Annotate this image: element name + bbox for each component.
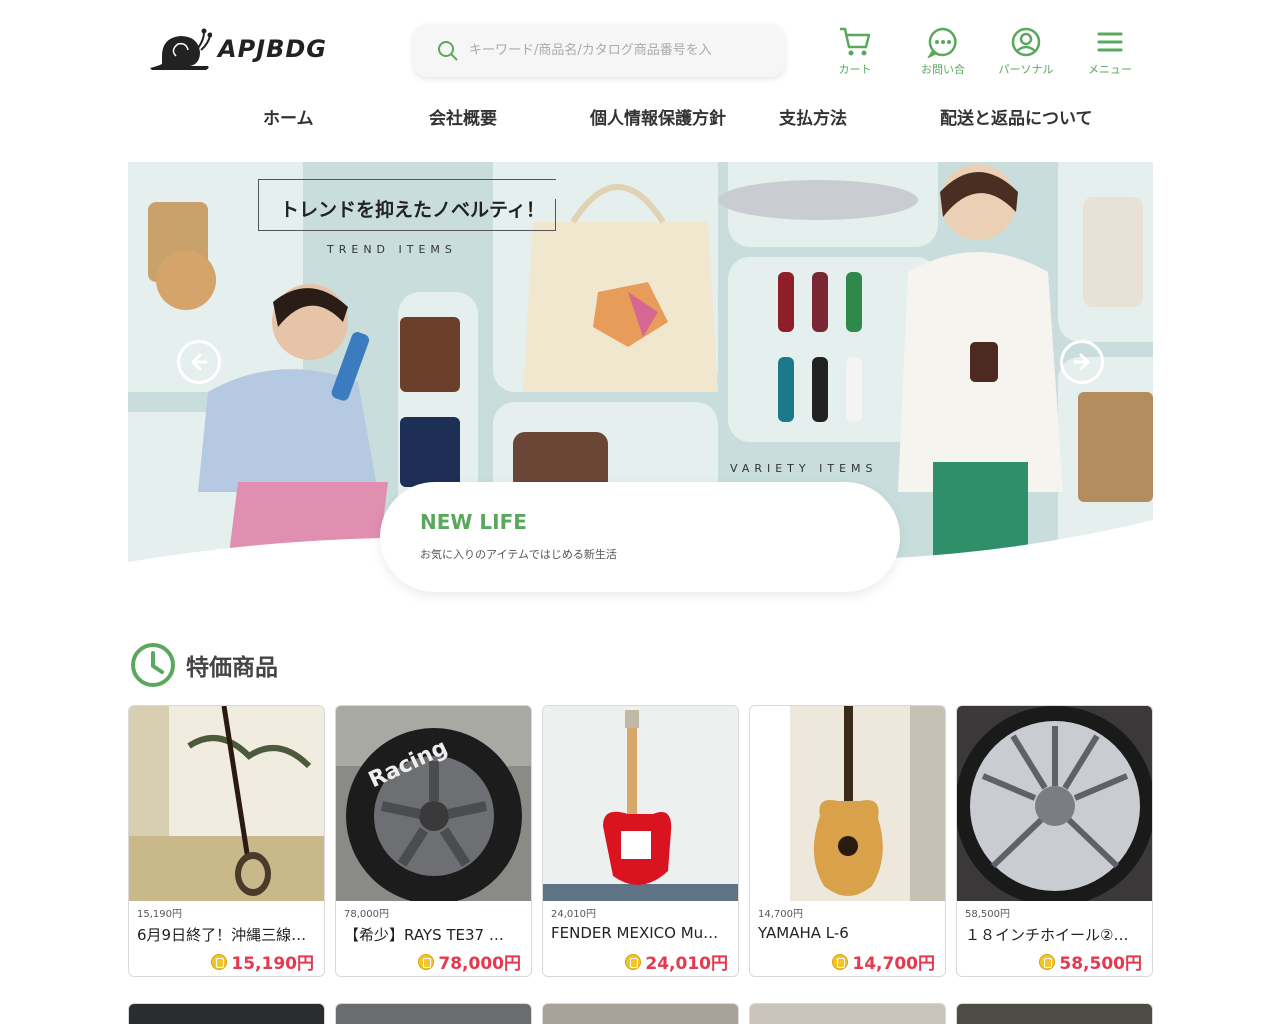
product-image: Racing [336, 706, 531, 901]
nav-shipping[interactable]: 配送と返品について [940, 104, 1093, 129]
cart-label: カート [838, 63, 872, 76]
arrow-right-icon [1073, 353, 1090, 371]
product-price: 24,010円 [625, 949, 728, 974]
product-price-value: 14,700円 [852, 954, 935, 974]
coin-icon [211, 953, 228, 970]
cart-icon [840, 27, 871, 56]
coin-icon [418, 953, 435, 970]
product-image [750, 706, 945, 901]
coin-icon [625, 953, 642, 970]
product-price: 78,000円 [418, 949, 521, 974]
search-input[interactable] [469, 43, 759, 58]
product-card[interactable]: 58,500円 １８インチホイール②… 58,500円 [956, 705, 1153, 977]
clock-icon [131, 643, 175, 687]
new-life-card[interactable]: NEW LIFE お気に入りのアイテムではじめる新生活 [380, 482, 900, 592]
nav-privacy[interactable]: 個人情報保護方針 [590, 104, 726, 129]
product-price-value: 15,190円 [231, 954, 314, 974]
product-name: 【希少】RAYS TE37 … [344, 926, 504, 944]
new-life-title: NEW LIFE [420, 510, 527, 534]
product-small-price: 58,500円 [965, 909, 1010, 920]
contact-button[interactable]: お問い合 [908, 26, 978, 77]
product-card[interactable] [542, 1003, 739, 1024]
product-price: 15,190円 [211, 949, 314, 974]
product-price-value: 58,500円 [1059, 954, 1142, 974]
main-nav: ホーム 会社概要 個人情報保護方針 支払方法 配送と返品について [0, 104, 1280, 132]
product-card[interactable] [956, 1003, 1153, 1024]
product-name: １８インチホイール②… [965, 926, 1129, 944]
product-card[interactable]: Racing 78,000円 【希少】RAYS TE37 … 78,000円 [335, 705, 532, 977]
personal-label: パーソナル [998, 63, 1054, 76]
arrow-left-icon [191, 353, 208, 371]
product-card[interactable] [749, 1003, 946, 1024]
section-header: 特価商品 [130, 642, 278, 688]
menu-button[interactable]: メニュー [1075, 26, 1145, 77]
trend-items-label: TREND ITEMS [327, 243, 457, 256]
nav-home[interactable]: ホーム [263, 104, 314, 129]
search-bar [413, 24, 785, 77]
nav-payment[interactable]: 支払方法 [779, 104, 847, 129]
product-price-value: 78,000円 [438, 954, 521, 974]
menu-label: メニュー [1088, 63, 1132, 76]
logo-text: APJBDG [218, 35, 328, 63]
product-name: YAMAHA L-6 [758, 924, 849, 942]
section-title: 特価商品 [186, 655, 278, 681]
personal-button[interactable]: パーソナル [991, 26, 1061, 77]
header: APJBDG カート お問い合 パーソナル [0, 0, 1280, 100]
user-icon [1011, 27, 1041, 57]
contact-label: お問い合 [921, 63, 965, 76]
banner-next-button[interactable] [1060, 340, 1104, 384]
product-card[interactable]: 24,010円 FENDER MEXICO Mu… 24,010円 [542, 705, 739, 977]
product-name: FENDER MEXICO Mu… [551, 924, 719, 942]
product-small-price: 14,700円 [758, 909, 803, 920]
product-card[interactable] [335, 1003, 532, 1024]
chat-icon [927, 27, 957, 58]
product-card[interactable]: 14,700円 YAMAHA L-6 14,700円 [749, 705, 946, 977]
variety-items-label: VARIETY ITEMS [730, 462, 878, 475]
menu-icon [1097, 32, 1123, 52]
snail-logo-icon [150, 28, 212, 70]
cart-button[interactable]: カート [820, 26, 890, 77]
product-card[interactable]: 15,190円 6月9日終了！沖縄三線… 15,190円 [128, 705, 325, 977]
nav-company[interactable]: 会社概要 [429, 104, 497, 129]
banner-headline: トレンドを抑えたノベルティ！ [280, 199, 545, 221]
logo[interactable]: APJBDG [148, 26, 327, 72]
product-image [543, 706, 738, 901]
banner-prev-button[interactable] [177, 340, 221, 384]
product-price: 58,500円 [1039, 949, 1142, 974]
product-price: 14,700円 [832, 949, 935, 974]
product-name: 6月9日終了！沖縄三線… [137, 926, 307, 944]
new-life-text: お気に入りのアイテムではじめる新生活 [420, 548, 617, 561]
product-price-value: 24,010円 [645, 954, 728, 974]
product-small-price: 15,190円 [137, 909, 182, 920]
coin-icon [832, 953, 849, 970]
product-small-price: 78,000円 [344, 909, 389, 920]
coin-icon [1039, 953, 1056, 970]
product-image [129, 706, 324, 901]
product-grid-row-2 [128, 1003, 1153, 1024]
product-card[interactable] [128, 1003, 325, 1024]
product-image [957, 706, 1152, 901]
search-icon[interactable] [437, 40, 459, 62]
product-small-price: 24,010円 [551, 909, 596, 920]
